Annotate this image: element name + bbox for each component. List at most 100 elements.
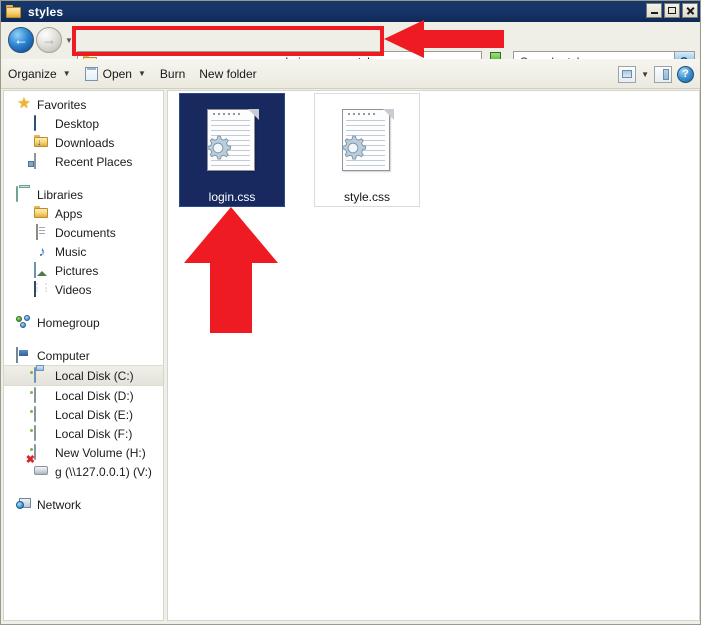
folder-icon	[6, 4, 22, 19]
navigation-pane[interactable]: ★ Favorites Desktop ↓ Downloads Recent P…	[3, 90, 164, 621]
tree-group-network: Network	[4, 495, 163, 514]
drive-icon	[34, 406, 50, 422]
file-name: login.css	[208, 190, 256, 204]
open-file-icon	[84, 66, 98, 81]
back-button[interactable]: ←	[8, 27, 34, 53]
css-file-icon	[315, 94, 421, 188]
sidebar-item-homegroup[interactable]: Homegroup	[4, 313, 163, 332]
organize-button[interactable]: Organize ▼	[1, 64, 78, 84]
sidebar-item-computer[interactable]: Computer	[4, 346, 163, 365]
minimize-button[interactable]	[646, 3, 662, 18]
sidebar-label: Documents	[55, 225, 116, 240]
sidebar-item-favorites[interactable]: ★ Favorites	[4, 95, 163, 114]
star-icon: ★	[17, 95, 31, 112]
window-title: styles	[28, 4, 64, 19]
forward-arrow-icon: →	[41, 31, 57, 49]
sidebar-label: Favorites	[37, 97, 87, 112]
new-folder-button[interactable]: New folder	[192, 64, 263, 84]
address-bar-row: ← → ▼ ▸ wamp ▸ www ▸ ecommerce ▸ admin_a…	[1, 22, 700, 72]
sidebar-label: Local Disk (C:)	[55, 368, 134, 383]
desktop-icon	[34, 115, 50, 131]
title-bar: styles	[1, 1, 700, 22]
sidebar-label: Local Disk (E:)	[55, 407, 134, 422]
chevron-down-icon[interactable]: ▼	[65, 36, 73, 45]
close-button[interactable]	[682, 3, 698, 18]
sidebar-item-downloads[interactable]: ↓ Downloads	[4, 133, 163, 152]
toolbar-right-group: ▼ ?	[618, 59, 694, 89]
downloads-folder-icon: ↓	[34, 135, 50, 150]
file-item-style-css[interactable]: style.css	[314, 93, 420, 207]
computer-icon	[16, 347, 32, 363]
open-label: Open	[102, 66, 132, 81]
videos-icon	[34, 281, 50, 297]
preview-pane-icon[interactable]	[654, 65, 672, 83]
gear-icon	[342, 135, 367, 160]
sidebar-label: Pictures	[55, 263, 99, 278]
sidebar-item-pictures[interactable]: Pictures	[4, 261, 163, 280]
document-icon	[34, 224, 50, 240]
system-drive-icon	[34, 367, 50, 383]
sidebar-label: Downloads	[55, 135, 115, 150]
pictures-icon	[34, 262, 50, 278]
sidebar-item-network-drive-v[interactable]: ✖ g (\\127.0.0.1) (V:)	[4, 455, 163, 481]
sidebar-item-libraries[interactable]: Libraries	[4, 185, 163, 204]
music-note-icon: ♪	[38, 243, 46, 259]
burn-button[interactable]: Burn	[153, 64, 192, 84]
sidebar-label: Local Disk (F:)	[55, 426, 133, 441]
command-toolbar: Organize ▼ Open ▼ Burn New folder ▼ ?	[1, 59, 700, 89]
sidebar-item-local-disk-e[interactable]: Local Disk (E:)	[4, 405, 163, 424]
drive-icon	[34, 444, 50, 460]
sidebar-label: New Volume (H:)	[55, 445, 146, 460]
tree-group-libraries: Libraries Apps Documents ♪ Music Picture…	[4, 185, 163, 299]
back-arrow-icon: ←	[13, 31, 29, 49]
file-item-login-css[interactable]: login.css	[179, 93, 285, 207]
sidebar-item-documents[interactable]: Documents	[4, 223, 163, 242]
folder-icon	[34, 206, 50, 221]
help-icon[interactable]: ?	[677, 65, 694, 83]
organize-label: Organize	[8, 66, 57, 81]
sidebar-item-network[interactable]: Network	[4, 495, 163, 514]
gear-icon	[207, 135, 232, 160]
sidebar-label: Network	[37, 497, 82, 512]
sidebar-item-desktop[interactable]: Desktop	[4, 114, 163, 133]
sidebar-item-local-disk-d[interactable]: Local Disk (D:)	[4, 386, 163, 405]
drive-icon	[34, 387, 50, 403]
sidebar-item-apps[interactable]: Apps	[4, 204, 163, 223]
sidebar-label: Videos	[55, 282, 92, 297]
drive-icon	[34, 425, 50, 441]
sidebar-label: Apps	[55, 206, 83, 221]
sidebar-item-local-disk-c[interactable]: Local Disk (C:)	[4, 365, 163, 386]
tree-group-computer: Computer Local Disk (C:) Local Disk (D:)…	[4, 346, 163, 481]
sidebar-item-local-disk-f[interactable]: Local Disk (F:)	[4, 424, 163, 443]
window-controls	[646, 3, 698, 18]
forward-button[interactable]: →	[36, 27, 62, 53]
sidebar-label: Local Disk (D:)	[55, 388, 134, 403]
chevron-down-icon: ▼	[137, 69, 146, 78]
sidebar-label: Computer	[37, 348, 90, 363]
sidebar-label: Music	[55, 244, 87, 259]
library-icon	[16, 186, 32, 202]
sidebar-label: Desktop	[55, 116, 100, 131]
open-button[interactable]: Open ▼	[78, 64, 153, 84]
change-view-icon[interactable]	[618, 65, 637, 83]
sidebar-label: Recent Places	[55, 154, 133, 169]
sidebar-label: Homegroup	[37, 315, 100, 330]
explorer-window: styles ← → ▼ ▸ wamp ▸ www ▸ ecomme	[0, 0, 701, 625]
file-name: style.css	[343, 190, 390, 204]
css-file-icon	[180, 94, 286, 188]
burn-label: Burn	[159, 66, 186, 81]
recent-places-icon	[34, 153, 50, 169]
navigation-buttons: ← → ▼	[8, 27, 73, 53]
chevron-down-icon[interactable]: ▼	[641, 70, 649, 79]
chevron-down-icon: ▼	[62, 69, 71, 78]
disconnected-network-drive-icon: ✖	[26, 455, 50, 479]
sidebar-label: g (\\127.0.0.1) (V:)	[55, 464, 152, 479]
sidebar-item-videos[interactable]: Videos	[4, 280, 163, 299]
sidebar-item-recent-places[interactable]: Recent Places	[4, 152, 163, 171]
sidebar-item-music[interactable]: ♪ Music	[4, 242, 163, 261]
new-folder-label: New folder	[199, 66, 257, 81]
homegroup-icon	[16, 315, 32, 330]
file-list-pane[interactable]: login.css style.css	[167, 90, 700, 621]
sidebar-label: Libraries	[37, 187, 84, 202]
maximize-button[interactable]	[664, 3, 680, 18]
